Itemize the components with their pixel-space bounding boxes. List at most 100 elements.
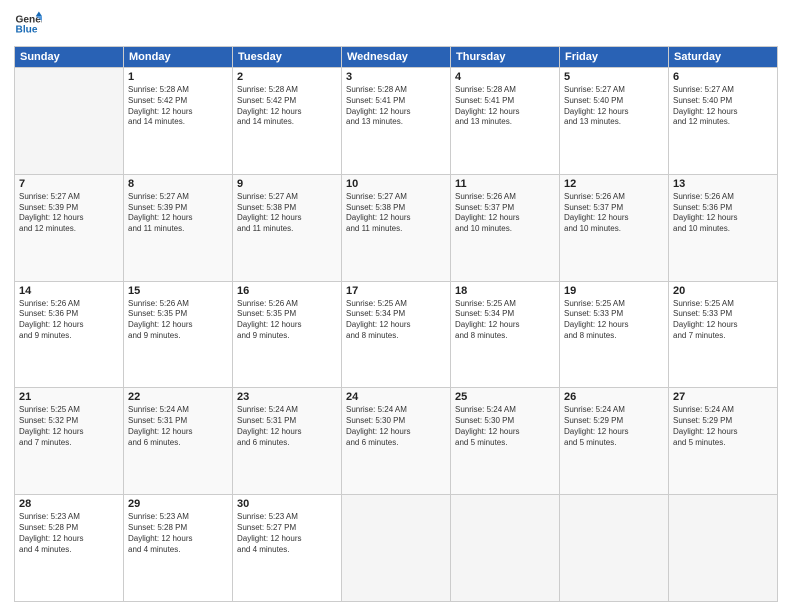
day-number: 28 <box>19 498 119 510</box>
calendar-cell: 5 Sunrise: 5:27 AMSunset: 5:40 PMDaylight… <box>560 68 669 175</box>
day-info: Sunrise: 5:26 AMSunset: 5:36 PMDaylight:… <box>673 192 773 235</box>
day-number: 1 <box>128 71 228 83</box>
day-number: 20 <box>673 285 773 297</box>
day-number: 21 <box>19 391 119 403</box>
calendar-cell: 15 Sunrise: 5:26 AMSunset: 5:35 PMDayligh… <box>124 281 233 388</box>
day-info: Sunrise: 5:25 AMSunset: 5:32 PMDaylight:… <box>19 405 119 448</box>
calendar-cell: 25 Sunrise: 5:24 AMSunset: 5:30 PMDayligh… <box>451 388 560 495</box>
calendar-cell: 7 Sunrise: 5:27 AMSunset: 5:39 PMDaylight… <box>15 174 124 281</box>
day-number: 4 <box>455 71 555 83</box>
logo-icon: General Blue <box>14 10 42 38</box>
calendar-cell <box>342 495 451 602</box>
day-number: 3 <box>346 71 446 83</box>
calendar-cell: 21 Sunrise: 5:25 AMSunset: 5:32 PMDayligh… <box>15 388 124 495</box>
day-header-sunday: Sunday <box>15 47 124 68</box>
day-info: Sunrise: 5:24 AMSunset: 5:31 PMDaylight:… <box>128 405 228 448</box>
day-info: Sunrise: 5:27 AMSunset: 5:38 PMDaylight:… <box>237 192 337 235</box>
week-row-5: 28 Sunrise: 5:23 AMSunset: 5:28 PMDayligh… <box>15 495 778 602</box>
svg-text:Blue: Blue <box>16 25 38 36</box>
calendar-cell: 9Sunrise: 5:27 AMSunset: 5:38 PMDaylight… <box>233 174 342 281</box>
day-info: Sunrise: 5:23 AMSunset: 5:28 PMDaylight:… <box>128 512 228 555</box>
week-row-1: 1 Sunrise: 5:28 AMSunset: 5:42 PMDaylight… <box>15 68 778 175</box>
calendar-cell: 8 Sunrise: 5:27 AMSunset: 5:39 PMDaylight… <box>124 174 233 281</box>
calendar-table: SundayMondayTuesdayWednesdayThursdayFrid… <box>14 46 778 602</box>
week-row-3: 14 Sunrise: 5:26 AMSunset: 5:36 PMDayligh… <box>15 281 778 388</box>
day-info: Sunrise: 5:28 AMSunset: 5:42 PMDaylight:… <box>237 85 337 128</box>
calendar-cell: 3 Sunrise: 5:28 AMSunset: 5:41 PMDaylight… <box>342 68 451 175</box>
day-info: Sunrise: 5:23 AMSunset: 5:28 PMDaylight:… <box>19 512 119 555</box>
day-info: Sunrise: 5:24 AMSunset: 5:29 PMDaylight:… <box>673 405 773 448</box>
day-number: 29 <box>128 498 228 510</box>
day-info: Sunrise: 5:27 AMSunset: 5:40 PMDaylight:… <box>673 85 773 128</box>
calendar-cell: 27 Sunrise: 5:24 AMSunset: 5:29 PMDayligh… <box>669 388 778 495</box>
calendar-cell: 17 Sunrise: 5:25 AMSunset: 5:34 PMDayligh… <box>342 281 451 388</box>
calendar-cell <box>669 495 778 602</box>
calendar-cell: 23 Sunrise: 5:24 AMSunset: 5:31 PMDayligh… <box>233 388 342 495</box>
day-number: 13 <box>673 178 773 190</box>
calendar-cell: 28 Sunrise: 5:23 AMSunset: 5:28 PMDayligh… <box>15 495 124 602</box>
day-number: 17 <box>346 285 446 297</box>
day-number: 30 <box>237 498 337 510</box>
calendar-cell: 30 Sunrise: 5:23 AMSunset: 5:27 PMDayligh… <box>233 495 342 602</box>
day-info: Sunrise: 5:27 AMSunset: 5:38 PMDaylight:… <box>346 192 446 235</box>
day-number: 14 <box>19 285 119 297</box>
day-number: 7 <box>19 178 119 190</box>
calendar-header-row: SundayMondayTuesdayWednesdayThursdayFrid… <box>15 47 778 68</box>
calendar-cell: 24 Sunrise: 5:24 AMSunset: 5:30 PMDayligh… <box>342 388 451 495</box>
calendar-cell: 12 Sunrise: 5:26 AMSunset: 5:37 PMDayligh… <box>560 174 669 281</box>
day-header-tuesday: Tuesday <box>233 47 342 68</box>
day-header-wednesday: Wednesday <box>342 47 451 68</box>
day-number: 15 <box>128 285 228 297</box>
calendar-cell: 29 Sunrise: 5:23 AMSunset: 5:28 PMDayligh… <box>124 495 233 602</box>
day-header-friday: Friday <box>560 47 669 68</box>
day-info: Sunrise: 5:27 AMSunset: 5:39 PMDaylight:… <box>128 192 228 235</box>
day-info: Sunrise: 5:28 AMSunset: 5:42 PMDaylight:… <box>128 85 228 128</box>
day-number: 24 <box>346 391 446 403</box>
day-info: Sunrise: 5:23 AMSunset: 5:27 PMDaylight:… <box>237 512 337 555</box>
day-info: Sunrise: 5:28 AMSunset: 5:41 PMDaylight:… <box>346 85 446 128</box>
day-number: 27 <box>673 391 773 403</box>
day-info: Sunrise: 5:27 AMSunset: 5:39 PMDaylight:… <box>19 192 119 235</box>
day-number: 23 <box>237 391 337 403</box>
week-row-2: 7 Sunrise: 5:27 AMSunset: 5:39 PMDaylight… <box>15 174 778 281</box>
calendar-cell <box>15 68 124 175</box>
header: General Blue <box>14 10 778 38</box>
day-info: Sunrise: 5:24 AMSunset: 5:30 PMDaylight:… <box>346 405 446 448</box>
day-info: Sunrise: 5:24 AMSunset: 5:30 PMDaylight:… <box>455 405 555 448</box>
day-info: Sunrise: 5:25 AMSunset: 5:34 PMDaylight:… <box>455 299 555 342</box>
day-number: 22 <box>128 391 228 403</box>
calendar-page: General Blue SundayMondayTuesdayWednesda… <box>0 0 792 612</box>
day-info: Sunrise: 5:26 AMSunset: 5:36 PMDaylight:… <box>19 299 119 342</box>
day-info: Sunrise: 5:26 AMSunset: 5:35 PMDaylight:… <box>128 299 228 342</box>
day-number: 16 <box>237 285 337 297</box>
day-number: 12 <box>564 178 664 190</box>
day-number: 11 <box>455 178 555 190</box>
calendar-cell: 19 Sunrise: 5:25 AMSunset: 5:33 PMDayligh… <box>560 281 669 388</box>
day-header-monday: Monday <box>124 47 233 68</box>
day-number: 6 <box>673 71 773 83</box>
day-info: Sunrise: 5:25 AMSunset: 5:34 PMDaylight:… <box>346 299 446 342</box>
day-info: Sunrise: 5:28 AMSunset: 5:41 PMDaylight:… <box>455 85 555 128</box>
day-number: 5 <box>564 71 664 83</box>
day-number: 2 <box>237 71 337 83</box>
day-info: Sunrise: 5:27 AMSunset: 5:40 PMDaylight:… <box>564 85 664 128</box>
day-number: 18 <box>455 285 555 297</box>
week-row-4: 21 Sunrise: 5:25 AMSunset: 5:32 PMDayligh… <box>15 388 778 495</box>
calendar-cell: 14 Sunrise: 5:26 AMSunset: 5:36 PMDayligh… <box>15 281 124 388</box>
calendar-cell: 16 Sunrise: 5:26 AMSunset: 5:35 PMDayligh… <box>233 281 342 388</box>
day-info: Sunrise: 5:26 AMSunset: 5:37 PMDaylight:… <box>455 192 555 235</box>
day-info: Sunrise: 5:26 AMSunset: 5:35 PMDaylight:… <box>237 299 337 342</box>
calendar-cell: 1 Sunrise: 5:28 AMSunset: 5:42 PMDaylight… <box>124 68 233 175</box>
calendar-cell: 6 Sunrise: 5:27 AMSunset: 5:40 PMDaylight… <box>669 68 778 175</box>
day-number: 25 <box>455 391 555 403</box>
day-info: Sunrise: 5:26 AMSunset: 5:37 PMDaylight:… <box>564 192 664 235</box>
day-number: 19 <box>564 285 664 297</box>
calendar-cell: 13 Sunrise: 5:26 AMSunset: 5:36 PMDayligh… <box>669 174 778 281</box>
day-number: 8 <box>128 178 228 190</box>
logo: General Blue <box>14 10 42 38</box>
day-info: Sunrise: 5:24 AMSunset: 5:29 PMDaylight:… <box>564 405 664 448</box>
day-info: Sunrise: 5:24 AMSunset: 5:31 PMDaylight:… <box>237 405 337 448</box>
day-info: Sunrise: 5:25 AMSunset: 5:33 PMDaylight:… <box>564 299 664 342</box>
day-number: 10 <box>346 178 446 190</box>
calendar-cell <box>560 495 669 602</box>
